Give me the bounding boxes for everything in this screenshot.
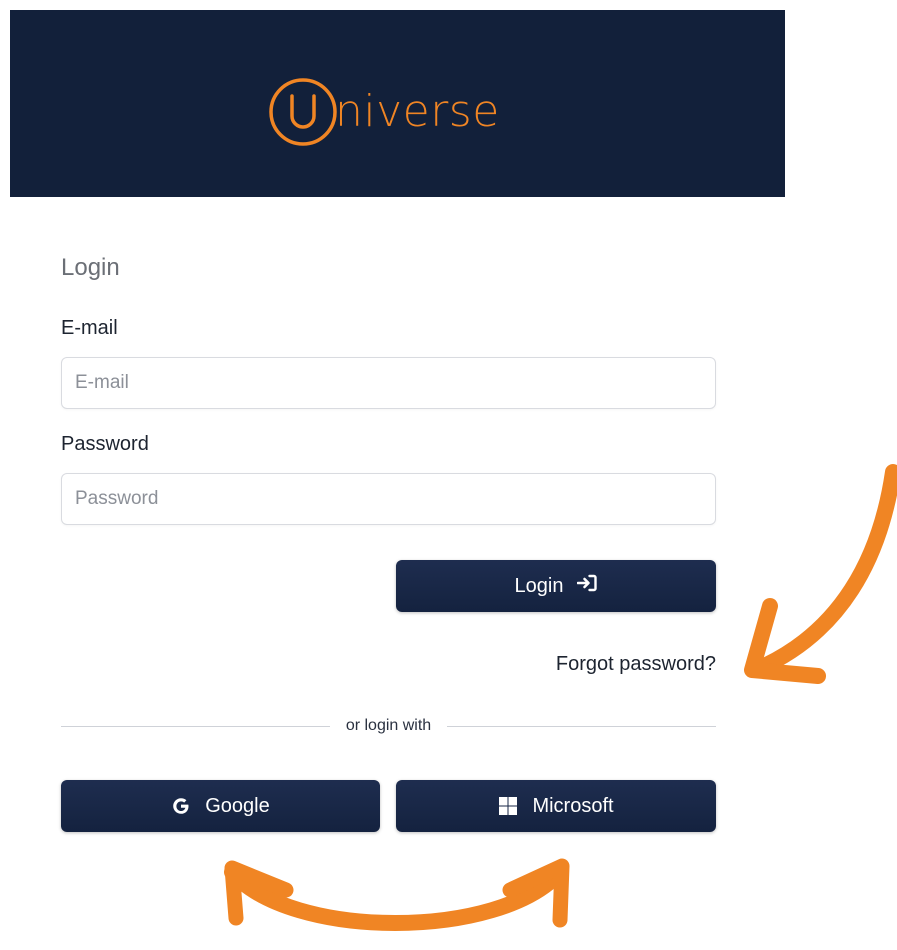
email-field[interactable] <box>61 357 716 409</box>
email-label: E-mail <box>61 317 118 339</box>
microsoft-button-label: Microsoft <box>532 794 614 817</box>
divider-line-right <box>447 725 716 727</box>
logo-circle-u <box>267 76 339 148</box>
password-label: Password <box>61 433 149 455</box>
windows-icon <box>498 796 518 816</box>
forgot-password-link[interactable]: Forgot password? <box>556 653 716 676</box>
google-login-button[interactable]: Google <box>61 780 380 832</box>
login-button-label: Login <box>514 574 564 597</box>
google-button-label: Google <box>205 794 270 817</box>
sign-in-icon <box>577 574 598 598</box>
google-icon <box>171 796 191 816</box>
login-button[interactable]: Login <box>396 560 716 612</box>
microsoft-login-button[interactable]: Microsoft <box>396 780 716 832</box>
page-title: Login <box>61 254 120 281</box>
divider-text: or login with <box>345 717 432 734</box>
logo-text: niverse <box>335 86 500 137</box>
password-field[interactable] <box>61 473 716 525</box>
double-curved-arrow-between-social-buttons <box>224 858 570 931</box>
curved-arrow-to-forgot-password <box>744 464 897 684</box>
or-login-with-divider: or login with <box>61 714 716 738</box>
divider-line-left <box>61 725 330 727</box>
header-banner: niverse <box>10 10 785 197</box>
login-page: niverse Login E-mail Password Login Forg… <box>0 0 897 950</box>
universe-logo: niverse <box>267 74 500 150</box>
